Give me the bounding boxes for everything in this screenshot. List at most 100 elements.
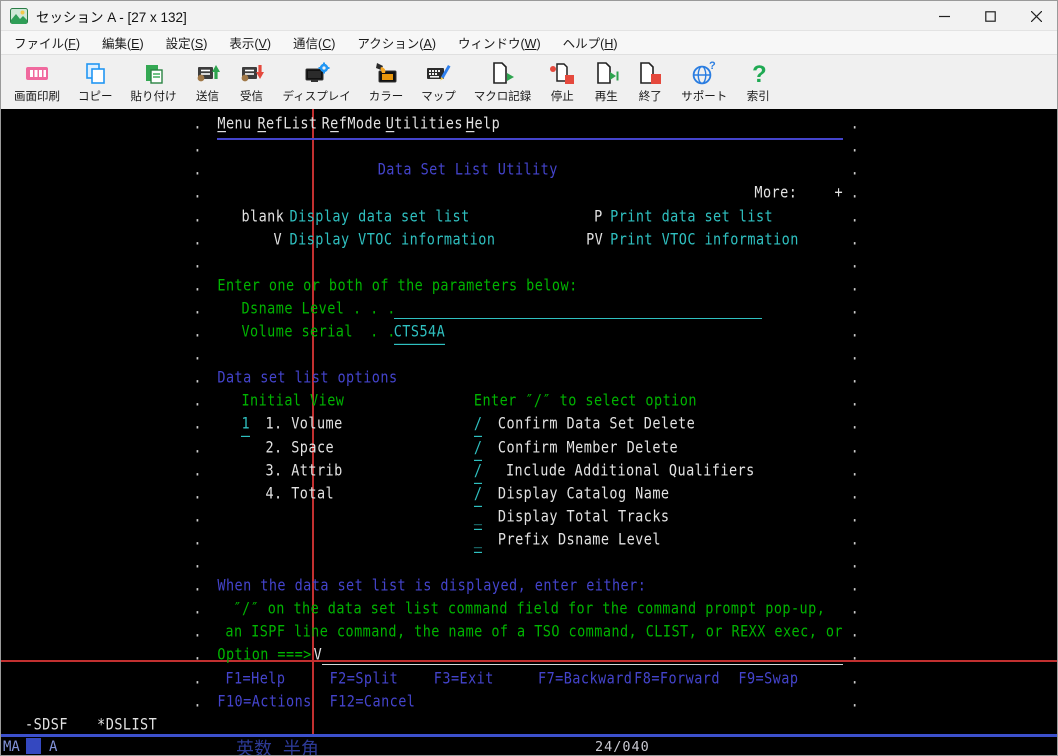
toolbar-color-button[interactable]: カラー bbox=[360, 56, 413, 108]
oia-status-bar: MA A 英数 半角 24/040 bbox=[1, 737, 1057, 756]
toolbar-exit-button[interactable]: 終了 bbox=[628, 56, 672, 108]
index-icon: ? bbox=[745, 61, 771, 87]
panel-border-dot-right: . bbox=[850, 414, 860, 434]
task-sdsf[interactable]: -SDSF bbox=[25, 714, 68, 734]
toolbar-copy-button[interactable]: コピー bbox=[69, 56, 122, 108]
more-plus: + bbox=[834, 183, 844, 203]
actionbar-menu[interactable]: Menu bbox=[217, 113, 251, 136]
terminal-text: 4. Total bbox=[265, 483, 335, 504]
menu-settings[interactable]: 設定(S) bbox=[155, 30, 219, 55]
actionbar-help[interactable]: Help bbox=[466, 113, 500, 136]
terminal-text: Display Catalog Name bbox=[497, 483, 670, 504]
panel-border-dot-right: . bbox=[850, 137, 860, 157]
panel-border-dot-right: . bbox=[850, 460, 860, 480]
toolbar-label: 受信 bbox=[240, 90, 263, 103]
stop-icon bbox=[549, 61, 575, 87]
actionbar-utilities[interactable]: Utilities bbox=[386, 113, 463, 136]
oia-block-indicator bbox=[26, 738, 41, 754]
field-prefix-dsname-level[interactable]: _ bbox=[473, 529, 483, 553]
toolbar-label: マップ bbox=[421, 90, 456, 103]
toolbar-print-screen-button[interactable]: 画面印刷 bbox=[5, 56, 69, 108]
oia-cursor-position: 24/040 bbox=[595, 739, 650, 755]
menu-help[interactable]: ヘルプ(H) bbox=[552, 30, 629, 55]
toolbar-receive-button[interactable]: 受信 bbox=[230, 56, 274, 108]
toolbar-stop-button[interactable]: 停止 bbox=[540, 56, 584, 108]
toolbar-index-button[interactable]: ? 索引 bbox=[736, 56, 780, 108]
panel-border-dot-left: . bbox=[193, 322, 202, 342]
terminal-row-7: .. bbox=[1, 252, 1057, 280]
panel-border-dot-right: . bbox=[850, 599, 860, 619]
panel-border-dot-right: . bbox=[850, 553, 860, 573]
toolbar-play-button[interactable]: 再生 bbox=[584, 56, 628, 108]
terminal-text: F3=Exit bbox=[433, 668, 494, 688]
menu-window[interactable]: ウィンドウ(W) bbox=[447, 30, 552, 55]
panel-border-dot-left: . bbox=[193, 114, 202, 134]
field-confirm-member-delete[interactable]: / bbox=[473, 437, 483, 461]
dsname-level-field[interactable] bbox=[393, 317, 763, 319]
macro-record-icon bbox=[489, 61, 515, 87]
terminal-text: F12=Cancel bbox=[329, 691, 416, 711]
panel-border-dot-left: . bbox=[193, 506, 202, 527]
play-icon bbox=[593, 61, 619, 87]
toolbar-send-button[interactable]: 送信 bbox=[186, 56, 230, 108]
panel-border-dot-left: . bbox=[193, 229, 202, 249]
field-confirm-data-set-delete[interactable]: / bbox=[473, 413, 483, 438]
terminal-screen[interactable]: .. Menu RefList RefMode Utilities Help.. Data … bbox=[1, 109, 1057, 734]
terminal-text: F7=Backward bbox=[538, 668, 633, 688]
task-dslist[interactable]: *DSLIST bbox=[97, 714, 157, 734]
toolbar-label: 索引 bbox=[746, 90, 770, 103]
toolbar-macro-record-button[interactable]: マクロ記録 bbox=[465, 56, 541, 108]
terminal-row-2: .. bbox=[1, 136, 1057, 164]
terminal-row-11: .. bbox=[1, 344, 1057, 372]
menu-actions[interactable]: アクション(A) bbox=[346, 30, 447, 55]
toolbar-label: 再生 bbox=[594, 90, 618, 103]
copy-icon bbox=[82, 61, 108, 87]
minimize-button[interactable] bbox=[921, 1, 967, 31]
panel-border-dot-right: . bbox=[850, 183, 860, 203]
volume-serial-field[interactable]: CTS54A bbox=[393, 321, 446, 345]
oia-ime-status: 英数 半角 bbox=[236, 739, 319, 756]
toolbar-map-button[interactable]: マップ bbox=[412, 56, 465, 108]
panel-border-dot-left: . bbox=[193, 137, 202, 157]
terminal-text: Initial View bbox=[241, 391, 345, 411]
panel-border-dot-left: . bbox=[193, 206, 202, 226]
terminal-text: Print VTOC information bbox=[610, 229, 799, 249]
field-display-catalog-name[interactable]: / bbox=[473, 483, 483, 507]
toolbar-label: 貼り付け bbox=[130, 90, 177, 103]
panel-border-dot-right: . bbox=[850, 691, 860, 711]
panel-border-dot-right: . bbox=[850, 114, 860, 134]
menu-communication[interactable]: 通信(C) bbox=[282, 30, 346, 55]
maximize-button[interactable] bbox=[967, 1, 1013, 31]
terminal-text: Print data set list bbox=[610, 206, 774, 226]
terminal-text: Dsname Level . . . bbox=[241, 299, 396, 319]
toolbar-display-button[interactable]: ディスプレイ bbox=[274, 56, 360, 108]
toolbar-label: 停止 bbox=[550, 90, 574, 103]
toolbar-label: カラー bbox=[368, 90, 404, 103]
toolbar-support-button[interactable]: ? サポート bbox=[672, 56, 736, 108]
option-command-field[interactable] bbox=[321, 664, 843, 666]
panel-border-dot-right: . bbox=[850, 229, 860, 249]
panel-border-dot-left: . bbox=[193, 345, 202, 365]
terminal-text: F1=Help bbox=[225, 668, 286, 688]
terminal-text: F9=Swap bbox=[738, 668, 799, 688]
menu-edit[interactable]: 編集(E) bbox=[91, 30, 155, 55]
toolbar-label: 画面印刷 bbox=[14, 90, 60, 103]
terminal-text: 1. Volume bbox=[265, 414, 343, 434]
initial-view-field[interactable]: 1 bbox=[241, 413, 251, 438]
receive-icon bbox=[239, 61, 265, 87]
panel-border-dot-right: . bbox=[850, 668, 860, 688]
application-window: セッション A - [27 x 132] ファイル(F) 編集(E) 設定(S) 表示… bbox=[0, 0, 1058, 756]
terminal-row-27: -SDSF *DSLIST bbox=[1, 714, 1057, 734]
menu-view[interactable]: 表示(V) bbox=[218, 30, 282, 55]
actionbar-refmode[interactable]: RefMode bbox=[322, 113, 382, 136]
toolbar-paste-button[interactable]: 貼り付け bbox=[122, 56, 186, 108]
close-button[interactable] bbox=[1013, 1, 1057, 31]
terminal-text: Display VTOC information bbox=[289, 229, 496, 249]
panel-border-dot-right: . bbox=[850, 252, 860, 273]
field-display-total-tracks[interactable]: _ bbox=[473, 506, 483, 530]
terminal-text: P bbox=[594, 206, 603, 226]
menu-file[interactable]: ファイル(F) bbox=[3, 30, 91, 55]
panel-border-dot-right: . bbox=[850, 206, 860, 226]
field-include-additional-qualifiers[interactable]: / bbox=[473, 460, 483, 484]
actionbar-reflist[interactable]: RefList bbox=[257, 113, 317, 136]
